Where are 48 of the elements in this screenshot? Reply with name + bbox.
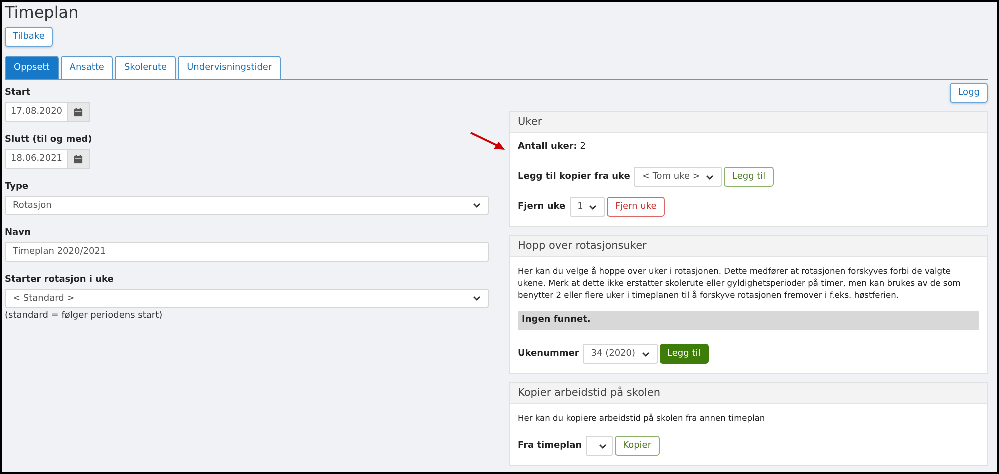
select-field[interactable]: Rotasjon — [5, 196, 489, 215]
select-field[interactable]: < Tom uke > — [634, 167, 722, 187]
field-label: Fjern uke — [518, 202, 566, 212]
chevron-icon — [589, 204, 598, 210]
tab[interactable]: Undervisningstider — [178, 56, 282, 79]
tab[interactable]: Oppsett — [5, 56, 59, 79]
add-button[interactable]: Legg til — [660, 344, 709, 364]
back-button[interactable]: Tilbake — [5, 27, 53, 47]
field-label: Starter rotasjon i uke — [5, 274, 115, 286]
field-label: Type — [5, 181, 30, 193]
hint-text: (standard = følger periodens start) — [5, 311, 164, 321]
copy-button[interactable]: Kopier — [615, 436, 660, 456]
select-field[interactable]: < Standard > — [5, 289, 489, 308]
select-field[interactable] — [586, 436, 614, 456]
page-title: Timeplan — [5, 3, 80, 23]
panel-title: Hopp over rotasjonsuker — [510, 236, 987, 257]
field-label: Slutt (til og med) — [5, 134, 94, 146]
field-label: Ukenummer — [518, 349, 580, 359]
calendar-icon — [74, 154, 83, 164]
date-field[interactable]: 18.06.2021 — [5, 149, 68, 169]
date-field[interactable]: 17.08.2020 — [5, 102, 68, 122]
select-field[interactable]: 34 (2020) — [583, 344, 658, 364]
field-label: Navn — [5, 227, 32, 239]
panel-title: Uker — [510, 112, 987, 133]
calendar-button[interactable] — [68, 102, 90, 122]
calendar-icon — [74, 108, 83, 116]
remove-button[interactable]: Fjern uke — [607, 197, 665, 217]
panel-title: Kopier arbeidstid på skolen — [510, 383, 987, 404]
field-label: Fra timeplan — [518, 441, 582, 451]
select-field[interactable]: 1 — [570, 197, 606, 217]
arrow-icon — [470, 132, 506, 152]
chevron-icon — [599, 444, 608, 448]
tab[interactable]: Ansatte — [60, 56, 114, 79]
chevron-icon — [473, 296, 481, 301]
tab[interactable]: Skolerute — [115, 56, 176, 79]
calendar-button[interactable] — [68, 149, 90, 169]
description-text: Her kan du kopiere arbeidstid på skolen fra annen timeplan — [518, 412, 766, 424]
empty-message: Ingen funnet. — [518, 311, 979, 330]
chevron-icon — [473, 203, 481, 208]
chevron-icon — [642, 352, 650, 356]
add-button[interactable]: Legg til — [724, 167, 774, 187]
log-button[interactable]: Logg — [950, 83, 988, 103]
chevron-icon — [706, 174, 714, 180]
field-label: Legg til kopier fra uke — [518, 172, 630, 182]
week-count: Antall uker: 2 — [518, 141, 587, 153]
text-field[interactable]: Timeplan 2020/2021 — [5, 242, 489, 262]
field-label: Start — [5, 87, 32, 99]
description-text: Her kan du velge å hoppe over uker i rotasjonen. Dette medfører at rotasjonen forskyves forbi de valgte ukene. Merk at dette ikke erstatter skolerute eller gyldighetsperioder på timer, men kan brukes av de som benytter 2 eller flere uker i timeplanen til å forskyve rotasjonen fremover i f.eks. høstferien. — [518, 265, 962, 301]
